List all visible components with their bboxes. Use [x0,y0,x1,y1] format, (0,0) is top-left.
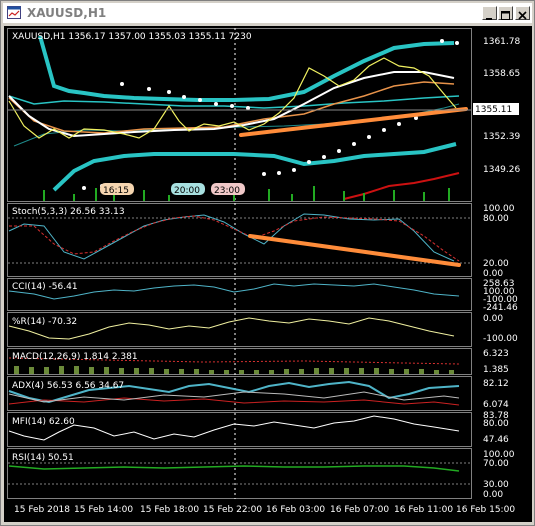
time-axis-label: 16 Feb 07:00 [330,505,389,515]
indicator-label: %R(14) -70.32 [12,317,77,327]
adx-panel: ADX(4) 56.53 6.56 34.67 82.12 6.074 [8,379,509,410]
price-panel-header: XAUUSD,H1 1356.17 1357.00 1355.03 1355.1… [12,32,252,42]
maximize-icon [501,11,510,20]
time-axis-label: 15 Feb 2018 [14,505,70,515]
chart-area[interactable]: 16:15 20:00 23:00 XAUUSD,H1 1356.17 1357… [4,26,532,522]
macd-histogram [14,366,454,374]
wpr-tick: 0.00 [483,314,503,324]
maximize-button[interactable] [498,6,513,20]
indicator-label: Stoch(5,3,3) 26.56 33.13 [12,207,125,217]
cci-panel: CCI(14) -56.41 258.63 100.00 -100.00 -24… [8,279,518,313]
minus-di-line [8,397,460,406]
time-axis-label: 16 Feb 03:00 [266,505,325,515]
chart-canvas[interactable]: 16:15 20:00 23:00 XAUUSD,H1 1356.17 1357… [4,26,532,522]
rsi-tick: 30.00 [483,480,509,490]
trendline-price [239,107,468,137]
session-label-group: 16:15 20:00 23:00 [100,183,245,196]
price-tick-label: 1349.26 [483,165,520,175]
close-icon [518,11,527,20]
white-ma-line [8,71,455,138]
rsi-tick: 0.00 [483,490,503,500]
mfi-tick: 47.46 [483,435,509,445]
minimize-icon [486,18,492,20]
williams-r-panel: %R(14) -70.32 0.00 -100.00 [8,314,518,344]
price-panel: 16:15 20:00 23:00 XAUUSD,H1 1356.17 1357… [8,32,520,201]
upper-band-line [38,35,455,102]
price-tick-label: 1358.65 [483,69,520,79]
macd-panel: MACD(12,26,9) 1.814 2.381 6.323 1.385 [8,349,509,375]
mfi-panel: MFI(14) 62.60 83.78 80.00 47.46 [8,411,509,445]
rsi-line [8,465,460,472]
time-axis-label: 15 Feb 18:00 [140,505,199,515]
indicator-label: CCI(14) -56.41 [12,282,78,292]
mfi-line [8,415,460,441]
session-label-text: 20:00 [174,186,200,196]
stochastic-panel: Stoch(5,3,3) 26.56 33.13 100.00 80.00 20… [8,204,515,279]
adx-tick: 82.12 [483,379,509,389]
window-title: XAUUSD,H1 [27,6,107,20]
indicator-label: MFI(14) 62.60 [12,417,75,427]
mfi-tick: 80.00 [483,419,509,429]
close-button[interactable] [515,6,530,20]
title-bar[interactable]: XAUUSD,H1 [3,3,532,23]
price-tick-label: 1352.39 [483,132,520,142]
indicator-label: MACD(12,26,9) 1.814 2.381 [12,352,138,362]
time-axis-label: 15 Feb 14:00 [74,505,133,515]
chart-window-icon [7,6,21,19]
time-axis: 15 Feb 2018 15 Feb 14:00 15 Feb 18:00 15… [14,505,515,515]
session-label-text: 23:00 [214,186,240,196]
stoch-tick: 80.00 [483,214,509,224]
time-axis-label: 16 Feb 11:00 [394,505,453,515]
current-price-marker: 1355.11 [475,105,512,115]
stoch-tick: 100.00 [483,204,515,214]
rsi-tick: 70.00 [483,459,509,469]
price-tick-label: 1361.78 [483,37,520,47]
macd-tick: 6.323 [483,349,509,359]
time-axis-label: 16 Feb 15:00 [456,505,515,515]
minimize-button[interactable] [482,6,497,20]
indicator-label: RSI(14) 50.51 [12,453,74,463]
time-axis-label: 15 Feb 22:00 [203,505,262,515]
macd-tick: 1.385 [483,365,509,375]
stoch-tick: 0.00 [483,269,503,279]
chart-window: XAUUSD,H1 16:15 20:00 23:00 XAUUSD,H1 13… [0,0,535,526]
trendline-stoch [248,234,461,267]
adx-tick: 6.074 [483,400,509,410]
session-label-text: 16:15 [103,186,129,196]
indicator-label: ADX(4) 56.53 6.56 34.67 [12,381,124,391]
rsi-panel: RSI(14) 50.51 100.00 70.00 30.00 0.00 [8,450,515,500]
cci-tick: -241.46 [483,303,518,313]
red-ma-line [343,172,460,200]
wpr-tick: -100.00 [483,334,518,344]
stoch-tick: 20.00 [483,259,509,269]
